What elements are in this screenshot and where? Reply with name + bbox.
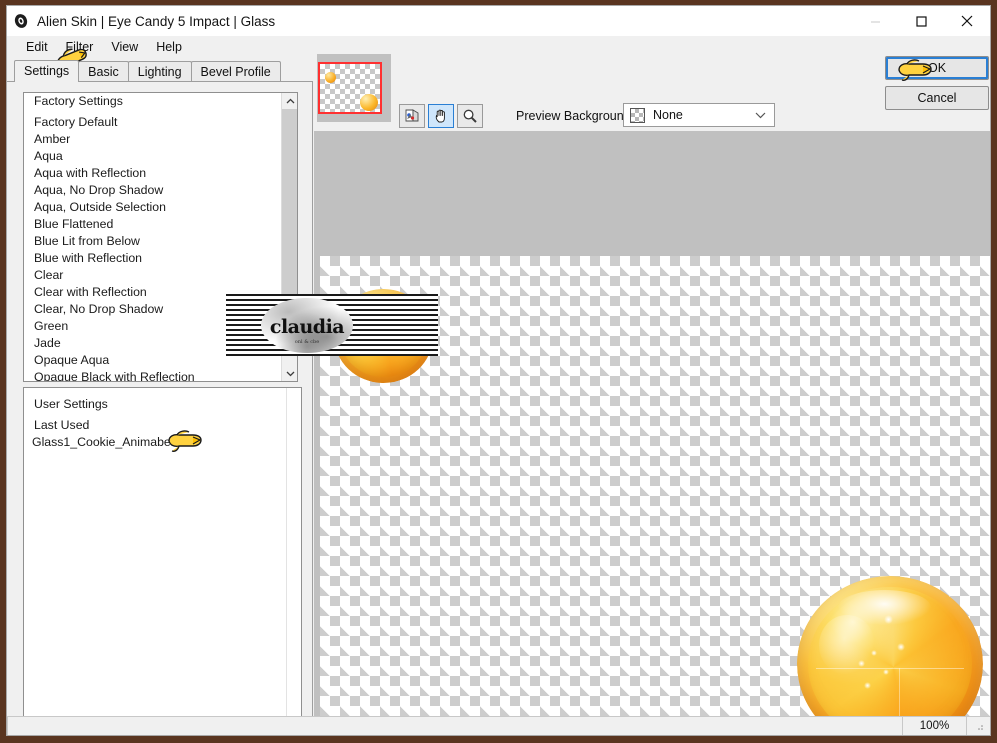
title-bar: Alien Skin | Eye Candy 5 Impact | Glass <box>7 6 990 36</box>
list-item[interactable]: Amber <box>24 131 283 148</box>
menu-item-edit[interactable]: Edit <box>17 38 57 56</box>
factory-list-rows: Factory Settings Factory Default Amber A… <box>24 93 283 381</box>
navigator-ball-large <box>360 94 378 111</box>
menu-item-help[interactable]: Help <box>147 38 191 56</box>
list-item[interactable]: Opaque Black with Reflection <box>24 369 283 381</box>
list-item[interactable]: Factory Default <box>24 114 283 131</box>
factory-settings-list[interactable]: Factory Settings Factory Default Amber A… <box>23 92 298 382</box>
list-item[interactable]: Aqua with Reflection <box>24 165 283 182</box>
chevron-up-icon[interactable] <box>282 93 297 109</box>
status-bar: 100% <box>7 716 990 735</box>
preview-sphere-large <box>797 576 983 735</box>
preview-background-select[interactable]: None <box>623 103 775 127</box>
list-item[interactable]: Blue with Reflection <box>24 250 283 267</box>
list-item[interactable]: Clear <box>24 267 283 284</box>
status-zoom-level: 100% <box>902 716 966 735</box>
list-item[interactable]: Aqua, No Drop Shadow <box>24 182 283 199</box>
user-settings-list[interactable]: User Settings Last Used Glass1_Cookie_An… <box>23 387 302 735</box>
window-client-area: Alien Skin | Eye Candy 5 Impact | Glass … <box>6 5 991 736</box>
list-item[interactable]: Clear, No Drop Shadow <box>24 301 283 318</box>
scrollbar-thumb[interactable] <box>282 109 297 319</box>
hand-tool-button[interactable] <box>428 104 454 128</box>
tab-basic[interactable]: Basic <box>78 61 129 82</box>
tab-strip: Settings Basic Lighting Bevel Profile <box>7 59 312 82</box>
navigator-viewport[interactable] <box>318 62 382 114</box>
user-list-rows: User Settings Last Used Glass1_Cookie_An… <box>24 388 301 451</box>
list-item[interactable]: Blue Flattened <box>24 216 283 233</box>
navigator-thumbnail[interactable] <box>317 54 391 122</box>
close-button[interactable] <box>944 6 990 36</box>
settings-panel: Factory Settings Factory Default Amber A… <box>7 81 313 735</box>
tab-lighting[interactable]: Lighting <box>127 61 192 82</box>
list-item[interactable]: Aqua <box>24 148 283 165</box>
list-item[interactable]: Opaque Aqua <box>24 352 283 369</box>
preview-background-label: Preview Background: <box>516 109 635 123</box>
tab-bevel-profile[interactable]: Bevel Profile <box>190 61 281 82</box>
list-item[interactable]: Aqua, Outside Selection <box>24 199 283 216</box>
user-list-header: User Settings <box>34 397 108 411</box>
status-message <box>7 716 902 735</box>
list-item[interactable]: Jade <box>24 335 283 352</box>
list-item[interactable]: Blue Lit from Below <box>24 233 283 250</box>
minimize-button[interactable] <box>852 6 898 36</box>
menu-item-view[interactable]: View <box>102 38 147 56</box>
preview-sphere-small <box>334 289 433 383</box>
application-window: Alien Skin | Eye Candy 5 Impact | Glass … <box>0 0 997 743</box>
alien-skin-icon <box>13 13 29 29</box>
list-item[interactable]: Green <box>24 318 283 335</box>
menu-item-filter[interactable]: Filter <box>57 38 103 56</box>
preview-panel: Preview Background: None OK Cancel <box>314 51 990 735</box>
navigator-ball-small <box>325 72 336 83</box>
checkerboard-swatch-icon <box>630 107 645 123</box>
dialog-actions: OK Cancel <box>885 56 989 110</box>
factory-list-scrollbar[interactable] <box>281 93 297 381</box>
zoom-tool-button[interactable] <box>457 104 483 128</box>
user-list-scroll-divider <box>286 388 287 735</box>
preview-tools <box>399 104 483 128</box>
window-controls <box>852 6 990 36</box>
chevron-down-icon[interactable] <box>755 106 766 124</box>
list-item[interactable]: Last Used <box>24 417 301 434</box>
maximize-button[interactable] <box>898 6 944 36</box>
resize-grip-icon[interactable] <box>966 716 990 735</box>
tab-settings[interactable]: Settings <box>14 60 80 82</box>
preview-background-value: None <box>653 108 683 122</box>
cancel-button[interactable]: Cancel <box>885 86 989 110</box>
window-title: Alien Skin | Eye Candy 5 Impact | Glass <box>37 13 276 29</box>
list-item[interactable]: Clear with Reflection <box>24 284 283 301</box>
chevron-down-icon[interactable] <box>282 365 297 381</box>
factory-list-header: Factory Settings <box>34 94 123 108</box>
list-item-selected[interactable]: Glass1_Cookie_Animabelle <box>32 435 183 449</box>
ok-button[interactable]: OK <box>885 56 989 80</box>
preview-canvas[interactable] <box>314 131 990 735</box>
eyedropper-tool-button[interactable] <box>399 104 425 128</box>
